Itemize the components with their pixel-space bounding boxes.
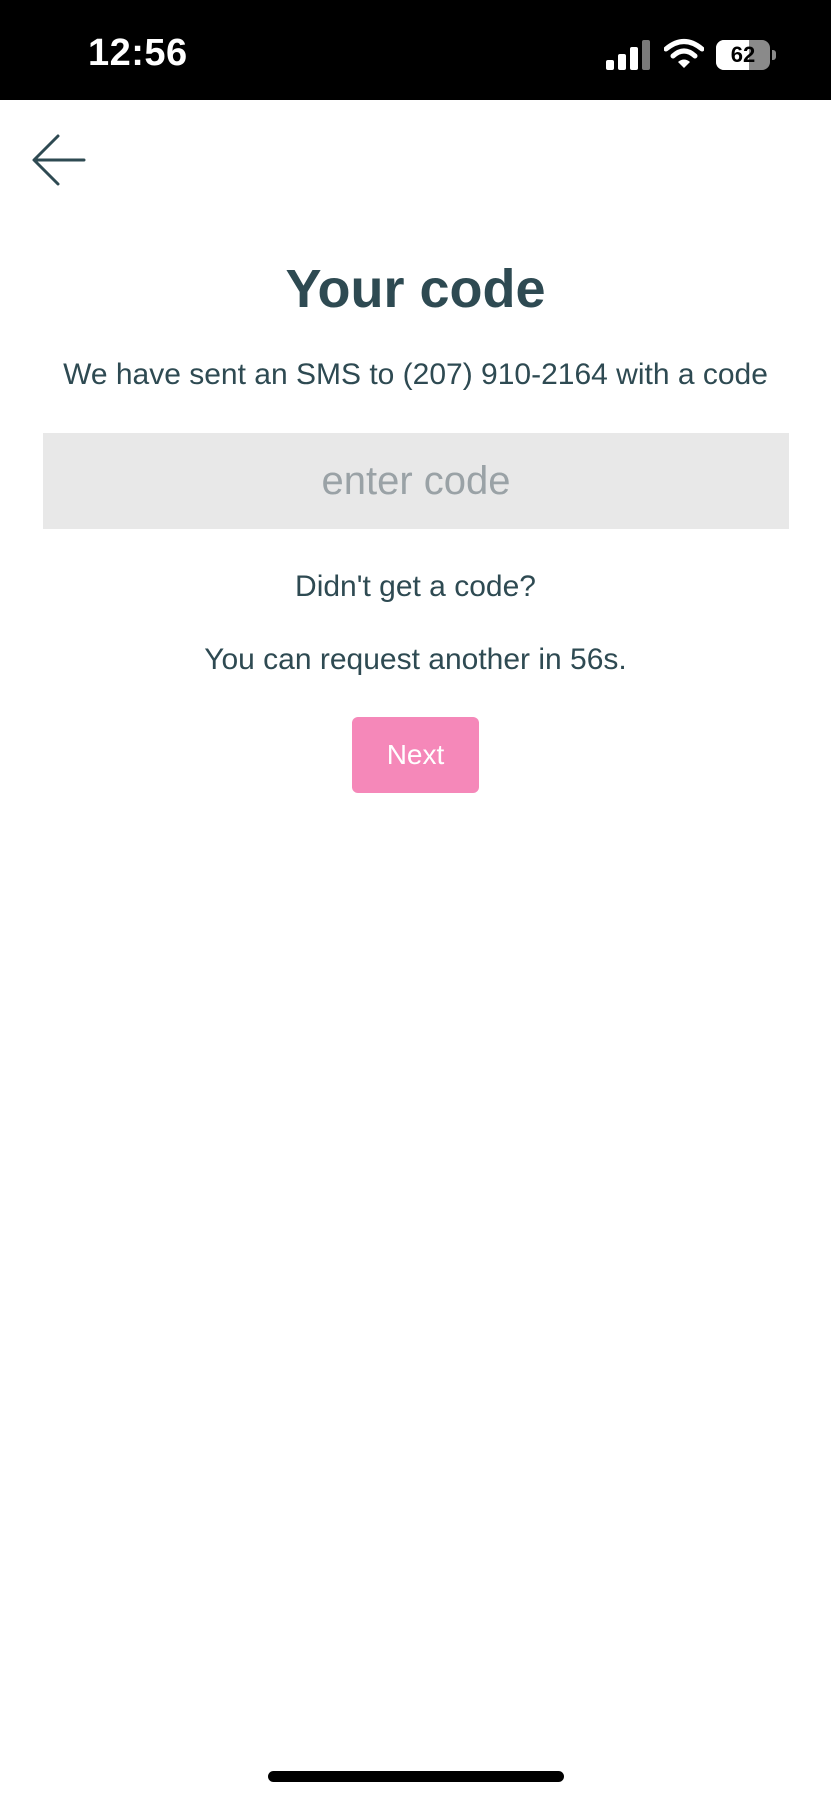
wifi-icon — [664, 39, 704, 68]
resend-timer: You can request another in 56s. — [204, 643, 627, 676]
battery-tip — [772, 50, 776, 60]
back-button[interactable] — [28, 128, 92, 192]
next-button[interactable]: Next — [352, 717, 479, 793]
arrow-left-icon — [32, 134, 86, 186]
page-title: Your code — [285, 259, 546, 319]
battery-percent: 62 — [730, 42, 756, 67]
sms-sent-message: We have sent an SMS to (207) 910-2164 wi… — [63, 358, 768, 391]
status-time: 12:56 — [88, 32, 188, 74]
code-input[interactable] — [43, 433, 789, 529]
cellular-signal-icon — [606, 40, 650, 70]
home-indicator — [268, 1771, 564, 1782]
battery-icon: 62 — [716, 40, 778, 70]
battery-body: 62 — [716, 40, 770, 70]
status-bar: 12:56 62 — [0, 0, 831, 100]
resend-question: Didn't get a code? — [295, 570, 536, 603]
